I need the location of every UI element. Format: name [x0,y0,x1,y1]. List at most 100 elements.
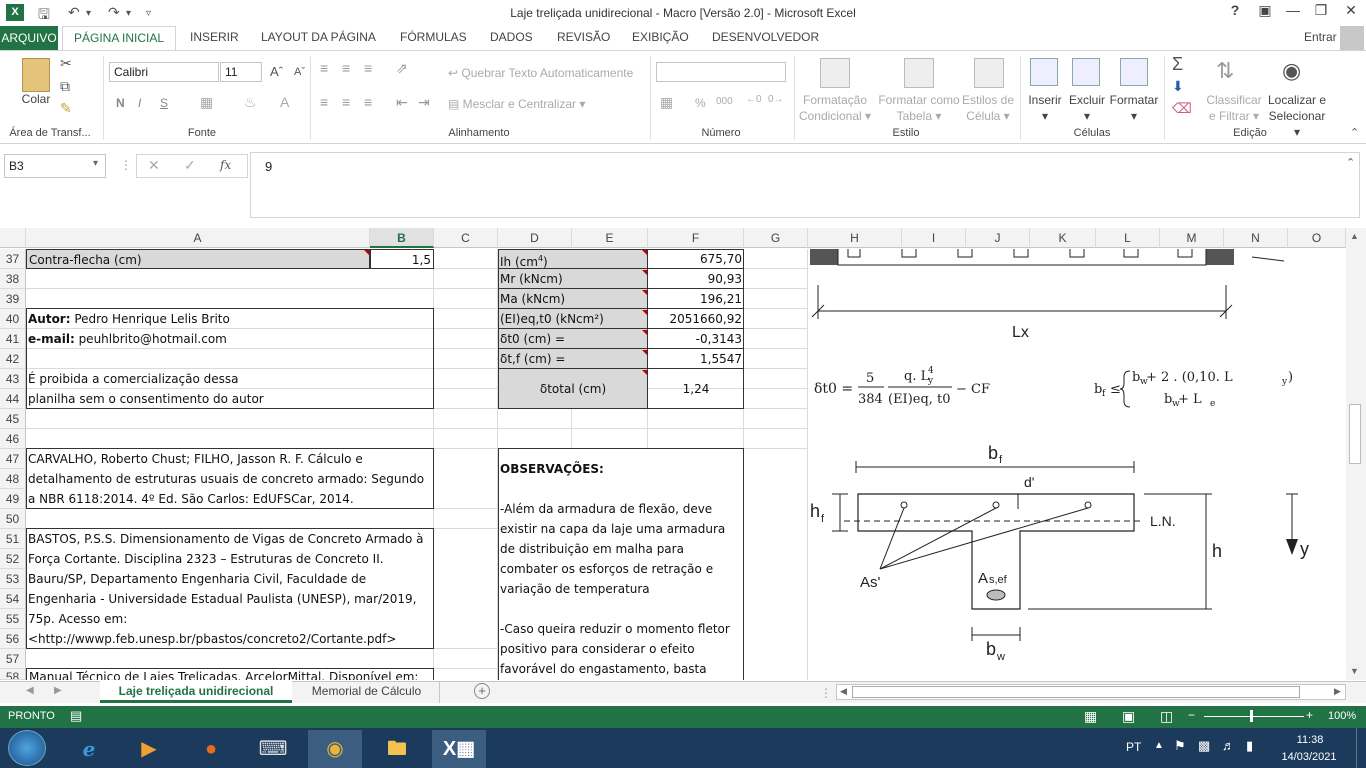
zoom-slider-thumb[interactable] [1250,710,1253,722]
cell-b37[interactable]: 1,5 [370,249,434,269]
start-button[interactable] [8,730,46,766]
bold-button[interactable]: N [116,96,125,110]
chrome-icon[interactable]: ◉ [308,730,362,768]
fill-color-icon[interactable]: ♨ [244,94,257,111]
column-header-i[interactable]: I [902,228,966,248]
cell-a40[interactable]: Autor: Pedro Henrique Lelis Brito [28,309,428,329]
name-box-dropdown-icon[interactable]: ▾ [93,158,98,169]
tab-insert[interactable]: INSERIR [190,30,239,44]
confirm-entry-icon[interactable]: ✓ [184,157,196,174]
row-header[interactable]: 52 [0,549,26,569]
scroll-left-icon[interactable]: ◀ [840,686,847,697]
horizontal-scroll-thumb[interactable] [852,686,1300,698]
clock-time[interactable]: 11:38 [1280,734,1340,746]
sheet-tab-memorial[interactable]: Memorial de Cálculo [294,681,440,703]
decrease-decimal-icon[interactable]: 0→ [768,94,784,105]
align-bottom-icon[interactable]: ≡ [364,60,372,76]
column-header-c[interactable]: C [434,228,498,248]
collapse-formula-bar-icon[interactable]: ⌃ [1346,156,1355,169]
cell-f37[interactable]: 675,70 [648,249,742,269]
column-header-f[interactable]: F [648,228,744,248]
row-header[interactable]: 39 [0,289,26,309]
zoom-in-icon[interactable]: + [1306,708,1313,722]
row-header[interactable]: 50 [0,509,26,529]
cell-a54[interactable]: Engenharia - Universidade Estadual Pauli… [28,589,432,609]
firefox-icon[interactable]: ● [184,730,238,768]
tab-data[interactable]: DADOS [490,30,533,44]
cell-a56[interactable]: <http://wwwp.feb.unesp.br/pbastos/concre… [28,629,432,649]
align-left-icon[interactable]: ≡ [320,94,328,110]
number-format-select[interactable] [656,62,786,82]
row-header[interactable]: 58 [0,669,26,680]
format-cells-icon[interactable] [1120,58,1148,86]
tab-formulas[interactable]: FÓRMULAS [400,30,467,44]
cell-a37[interactable]: Contra-flecha (cm) [26,249,370,269]
observation-line[interactable]: -Além da armadura de flexão, deve [500,499,742,519]
cell-a43[interactable]: É proibida a comercialização dessa [28,369,428,389]
row-header[interactable]: 48 [0,469,26,489]
sheet-tab-active[interactable]: Laje treliçada unidirecional [100,681,292,703]
page-layout-view-icon[interactable]: ▣ [1122,708,1135,725]
observation-line[interactable]: existir na capa da laje uma armadura [500,519,742,539]
row-header[interactable]: 56 [0,629,26,649]
cell-a49[interactable]: a NBR 6118:2014. 4º Ed. São Carlos: EdUF… [28,489,432,509]
cell-d37[interactable]: Ih (cm4) [500,249,640,269]
increase-indent-icon[interactable]: ⇥ [418,94,430,111]
file-explorer-icon[interactable]: 🖿 [370,730,424,768]
align-center-icon[interactable]: ≡ [342,94,350,110]
column-header-k[interactable]: K [1030,228,1096,248]
column-header-j[interactable]: J [966,228,1030,248]
borders-icon[interactable]: ▦ [200,94,213,111]
cell-f41[interactable]: -0,3143 [648,329,742,349]
merge-center-button[interactable]: ▤ Mesclar e Centralizar ▾ [448,97,585,111]
row-header[interactable]: 40 [0,309,26,329]
restore-icon[interactable]: ❐ [1306,2,1336,19]
scroll-up-icon[interactable]: ▲ [1350,231,1359,241]
row-header[interactable]: 43 [0,369,26,389]
observation-line[interactable]: de distribuição em malha para [500,539,742,559]
orientation-icon[interactable]: ⇗ [396,60,408,77]
format-cells-button[interactable]: Formatar ▾ [1108,92,1160,124]
tab-developer[interactable]: DESENVOLVEDOR [712,30,819,44]
action-center-icon[interactable]: ⚑ [1174,738,1186,754]
grow-font-icon[interactable]: Aˆ [270,64,283,79]
shrink-font-icon[interactable]: Aˇ [294,66,305,78]
scroll-right-icon[interactable]: ▶ [1334,686,1341,697]
column-header-a[interactable]: A [26,228,370,248]
row-header[interactable]: 53 [0,569,26,589]
collapse-ribbon-icon[interactable]: ⌃ [1350,126,1359,139]
network-icon[interactable]: ▩ [1198,738,1210,754]
language-indicator[interactable]: PT [1126,740,1141,754]
row-header[interactable]: 57 [0,649,26,669]
row-header[interactable]: 49 [0,489,26,509]
wrap-text-button[interactable]: ↩ Quebrar Texto Automaticamente [448,66,633,80]
sort-filter-button[interactable]: Classificar e Filtrar ▾ [1202,92,1266,124]
increase-decimal-icon[interactable]: ←0 [746,94,762,105]
hscroll-separator-icon[interactable]: ⋮ [820,686,832,700]
vertical-scroll-thumb[interactable] [1349,404,1361,464]
tab-file[interactable]: ARQUIVO [0,26,58,50]
tab-view[interactable]: EXIBIÇÃO [632,30,689,44]
row-header[interactable]: 55 [0,609,26,629]
formula-input[interactable]: 9 [250,152,1360,218]
column-header-l[interactable]: L [1096,228,1160,248]
cell-styles-button[interactable]: Estilos de Célula ▾ [960,92,1016,124]
observation-line[interactable]: combater os esforços de retração e [500,559,742,579]
show-desktop-button[interactable] [1356,728,1366,768]
zoom-level[interactable]: 100% [1328,710,1356,722]
row-header[interactable]: 38 [0,269,26,289]
cell-d38[interactable]: Mr (kNcm) [500,269,640,289]
cell-a47[interactable]: CARVALHO, Roberto Chust; FILHO, Jasson R… [28,449,432,469]
row-header[interactable]: 44 [0,389,26,409]
column-header-m[interactable]: M [1160,228,1224,248]
cell-d41[interactable]: δt0 (cm) = [500,329,640,349]
percent-button[interactable]: % [695,96,706,110]
column-header-n[interactable]: N [1224,228,1288,248]
name-box[interactable]: B3 [4,154,106,178]
row-header[interactable]: 51 [0,529,26,549]
format-painter-icon[interactable]: ✎ [60,100,72,117]
cell-d43[interactable]: δtotal (cm) [500,379,646,399]
cell-a44[interactable]: planilha sem o consentimento do autor [28,389,428,409]
cell-a58[interactable]: Manual Técnico de Lajes Treliçadas. Arce… [27,669,433,680]
conditional-format-button[interactable]: Formatação Condicional ▾ [798,92,872,124]
